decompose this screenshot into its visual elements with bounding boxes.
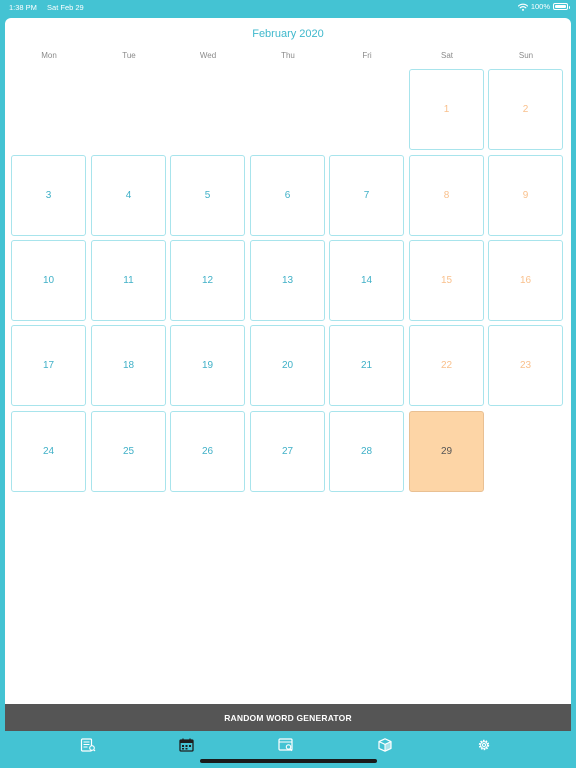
- weekday-label: Fri: [362, 51, 372, 60]
- status-left: 1:38 PM Sat Feb 29: [9, 3, 84, 12]
- home-indicator: [200, 759, 377, 763]
- battery-percent: 100%: [530, 2, 550, 11]
- gear-icon: [478, 739, 490, 751]
- calendar-day[interactable]: 28: [329, 411, 404, 492]
- weekday-label: Sun: [518, 51, 534, 60]
- calendar-icon: [179, 738, 194, 752]
- battery-icon: [553, 3, 570, 10]
- calendar-day[interactable]: 2: [488, 69, 563, 150]
- tab-browser[interactable]: [277, 737, 295, 753]
- calendar-day[interactable]: 24: [11, 411, 86, 492]
- month-title: February 2020: [252, 28, 324, 40]
- calendar-day[interactable]: 6: [250, 155, 325, 236]
- calendar-day-today[interactable]: 29: [409, 411, 484, 492]
- calendar-day[interactable]: 11: [91, 240, 166, 321]
- tab-dictionary[interactable]: [79, 737, 97, 753]
- calendar-day[interactable]: 23: [488, 325, 563, 406]
- calendar-day[interactable]: 21: [329, 325, 404, 406]
- weekday-label: Sat: [440, 51, 453, 60]
- random-word-generator-button[interactable]: RANDOM WORD GENERATOR: [5, 704, 571, 731]
- tab-cube[interactable]: [376, 737, 394, 753]
- weekday-label: Thu: [281, 51, 295, 60]
- calendar-day[interactable]: 8: [409, 155, 484, 236]
- calendar-day[interactable]: 15: [409, 240, 484, 321]
- calendar-day[interactable]: 1: [409, 69, 484, 150]
- cube-icon: [378, 738, 392, 752]
- browser-search-icon: [278, 738, 293, 752]
- calendar-day[interactable]: 19: [170, 325, 245, 406]
- calendar-day[interactable]: 13: [250, 240, 325, 321]
- weekday-label: Mon: [41, 51, 57, 60]
- calendar-day[interactable]: 4: [91, 155, 166, 236]
- status-time: 1:38 PM: [9, 3, 37, 12]
- weekday-label: Wed: [199, 51, 217, 60]
- calendar-day[interactable]: 3: [11, 155, 86, 236]
- calendar-panel: February 2020 Mon Tue Wed Thu Fri Sat Su…: [5, 18, 571, 704]
- calendar-day[interactable]: 14: [329, 240, 404, 321]
- calendar-day[interactable]: 10: [11, 240, 86, 321]
- calendar-day[interactable]: 25: [91, 411, 166, 492]
- calendar-day[interactable]: 9: [488, 155, 563, 236]
- dictionary-icon: [80, 738, 96, 752]
- calendar-day[interactable]: 7: [329, 155, 404, 236]
- calendar-day[interactable]: 20: [250, 325, 325, 406]
- calendar-day[interactable]: 12: [170, 240, 245, 321]
- status-bar: 1:38 PM Sat Feb 29 100%: [0, 0, 576, 14]
- weekday-label: Tue: [122, 51, 136, 60]
- tab-settings[interactable]: [475, 737, 493, 753]
- wifi-icon: [517, 3, 528, 11]
- calendar-day[interactable]: 27: [250, 411, 325, 492]
- calendar-day[interactable]: 17: [11, 325, 86, 406]
- tab-calendar[interactable]: [178, 737, 196, 753]
- calendar-day[interactable]: 18: [91, 325, 166, 406]
- calendar-day[interactable]: 16: [488, 240, 563, 321]
- calendar-day[interactable]: 26: [170, 411, 245, 492]
- status-right: 100%: [517, 2, 570, 11]
- status-date: Sat Feb 29: [47, 3, 84, 12]
- calendar-day[interactable]: 5: [170, 155, 245, 236]
- calendar-day[interactable]: 22: [409, 325, 484, 406]
